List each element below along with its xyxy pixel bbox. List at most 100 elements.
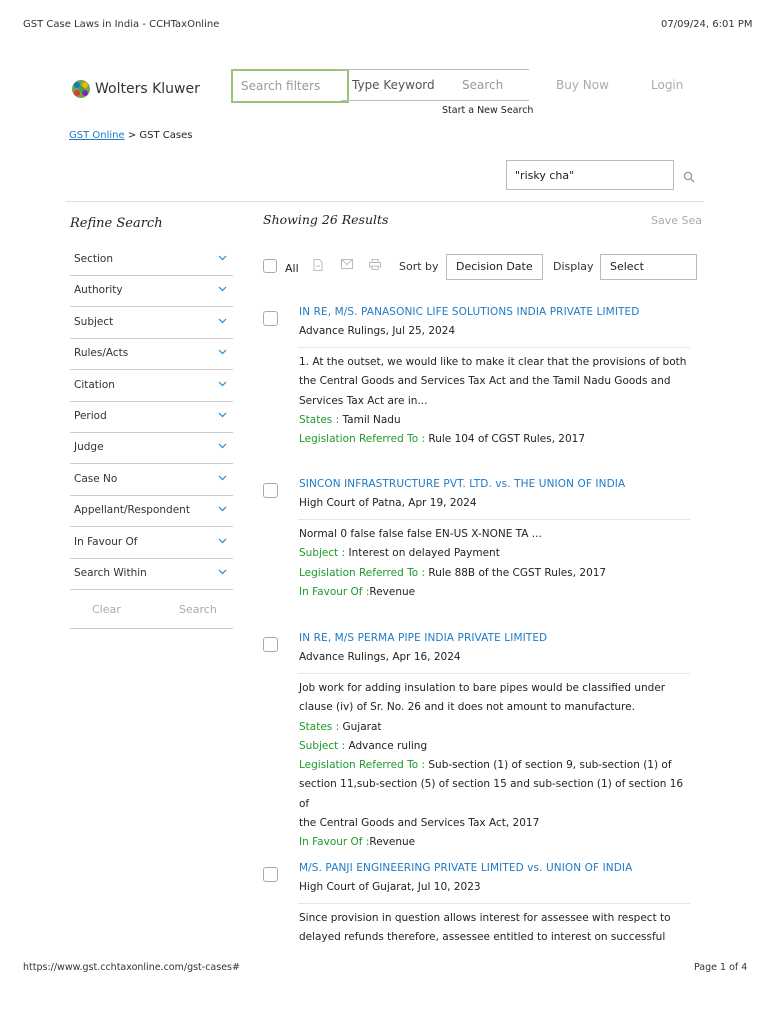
result-line: section 11,sub-section (5) of section 15… — [299, 775, 694, 814]
result-line: delayed refunds therefore, assessee enti… — [299, 928, 694, 947]
result-title-link[interactable]: IN RE, M/S PERMA PIPE INDIA PRIVATE LIMI… — [299, 632, 547, 644]
login-link[interactable]: Login — [651, 78, 683, 92]
filter-subject[interactable]: Subject — [70, 308, 233, 339]
result-field-label: In Favour Of : — [299, 836, 370, 849]
result-field-value: Interest on delayed Payment — [348, 547, 500, 560]
search-filters-input[interactable]: Search filters — [231, 69, 349, 103]
result-field-value: Revenue — [369, 836, 416, 849]
sort-by-label: Sort by — [399, 260, 439, 273]
result-title-link[interactable]: M/S. PANJI ENGINEERING PRIVATE LIMITED v… — [299, 862, 632, 874]
result-line: the Central Goods and Services Tax Act a… — [299, 372, 694, 391]
result-field-value: Gujarat — [342, 720, 382, 733]
result-checkbox[interactable] — [263, 637, 278, 652]
wolters-kluwer-logo-icon — [72, 80, 90, 98]
save-search-button[interactable]: Save Sea — [651, 214, 702, 227]
filter-judge[interactable]: Judge — [70, 433, 233, 465]
result-field-value: Tamil Nadu — [342, 413, 401, 426]
result-line: Legislation Referred To : Rule 88B of th… — [299, 564, 694, 583]
print-datetime: 07/09/24, 6:01 PM — [661, 19, 753, 30]
result-field-value: Rule 88B of the CGST Rules, 2017 — [428, 566, 607, 579]
brand-logo[interactable] — [71, 79, 91, 103]
result-field-label: In Favour Of : — [299, 585, 370, 598]
filter-label: Period — [74, 410, 107, 422]
result-divider — [298, 519, 690, 520]
result-divider — [298, 903, 690, 904]
chevron-down-icon — [218, 402, 227, 430]
result-checkbox[interactable] — [263, 311, 278, 326]
result-line: In Favour Of :Revenue — [299, 583, 694, 602]
search-button[interactable]: Search — [462, 70, 503, 101]
result-title-link[interactable]: IN RE, M/S. PANASONIC LIFE SOLUTIONS IND… — [299, 306, 639, 318]
filter-actions: Clear Search — [70, 590, 233, 629]
result-meta: Advance Rulings, Jul 25, 2024 — [299, 325, 456, 337]
result-field-value: delayed refunds therefore, assessee enti… — [299, 931, 666, 944]
filter-section[interactable]: Section — [70, 245, 233, 276]
header-divider — [66, 201, 704, 202]
keyword-search-group: Type Keyword Search — [341, 69, 529, 101]
search-icon[interactable] — [683, 168, 695, 187]
result-field-value: Revenue — [369, 585, 416, 598]
result-summary: Job work for adding insulation to bare p… — [299, 679, 694, 853]
buy-now-link[interactable]: Buy Now — [556, 78, 609, 92]
result-field-label: Legislation Referred To : — [299, 566, 429, 579]
sort-select[interactable]: Decision Date — [446, 254, 543, 280]
chevron-down-icon — [218, 245, 227, 273]
keyword-input[interactable]: Type Keyword — [352, 70, 435, 101]
filter-citation[interactable]: Citation — [70, 371, 233, 402]
filter-label: Case No — [74, 472, 118, 485]
page-url: https://www.gst.cchtaxonline.com/gst-cas… — [23, 962, 240, 973]
apply-filters-button[interactable]: Search — [179, 603, 217, 616]
select-all-label: All — [285, 262, 299, 275]
result-line: clause (iv) of Sr. No. 26 and it does no… — [299, 698, 694, 717]
result-checkbox[interactable] — [263, 867, 278, 882]
result-title-link[interactable]: SINCON INFRASTRUCTURE PVT. LTD. vs. THE … — [299, 478, 625, 490]
page-number: Page 1 of 4 — [694, 962, 748, 973]
filter-search-within[interactable]: Search Within — [70, 559, 233, 590]
breadcrumb-current: GST Cases — [139, 130, 193, 141]
select-all-checkbox[interactable] — [263, 259, 277, 273]
chevron-down-icon — [218, 433, 227, 461]
display-select[interactable]: Select — [600, 254, 697, 280]
result-field-value: Sub-section (1) of section 9, sub-sectio… — [428, 759, 672, 772]
result-summary: 1. At the outset, we would like to make … — [299, 353, 694, 449]
query-input[interactable]: "risky cha" — [506, 160, 674, 190]
filter-in-favour-of[interactable]: In Favour Of — [70, 528, 233, 559]
new-search-link[interactable]: Start a New Search — [442, 105, 533, 116]
result-meta: High Court of Gujarat, Jul 10, 2023 — [299, 881, 481, 893]
result-field-label: States : — [299, 720, 343, 733]
result-field-value: the Central Goods and Services Tax Act a… — [299, 375, 671, 388]
result-field-value: the Central Goods and Services Tax Act, … — [299, 817, 540, 830]
filter-label: In Favour Of — [74, 535, 138, 548]
clear-filters-button[interactable]: Clear — [92, 603, 121, 616]
result-field-label: Legislation Referred To : — [299, 433, 429, 446]
print-icon[interactable] — [369, 259, 381, 273]
result-field-value: Advance ruling — [348, 739, 428, 752]
filter-authority[interactable]: Authority — [70, 276, 233, 308]
display-label: Display — [553, 260, 594, 273]
breadcrumb-separator: > — [124, 130, 140, 141]
result-field-value: Job work for adding insulation to bare p… — [299, 682, 666, 694]
result-field-value: Normal 0 false false false EN-US X-NONE … — [299, 528, 542, 540]
result-meta: Advance Rulings, Apr 16, 2024 — [299, 651, 461, 663]
result-checkbox[interactable] — [263, 483, 278, 498]
filter-label: Subject — [74, 315, 114, 328]
result-field-label: Subject : — [299, 547, 349, 560]
breadcrumb-gst-online[interactable]: GST Online — [69, 130, 125, 141]
result-meta: High Court of Patna, Apr 19, 2024 — [299, 497, 477, 509]
result-field-value: 1. At the outset, we would like to make … — [299, 356, 687, 368]
brand-name: Wolters Kluwer — [95, 81, 200, 97]
result-summary: Normal 0 false false false EN-US X-NONE … — [299, 525, 694, 602]
filter-case-no[interactable]: Case No — [70, 465, 233, 496]
filter-rules-acts[interactable]: Rules/Acts — [70, 339, 233, 371]
chevron-down-icon — [218, 528, 227, 556]
pdf-icon[interactable] — [313, 259, 323, 274]
filter-period[interactable]: Period — [70, 402, 233, 433]
chevron-down-icon — [218, 308, 227, 336]
filter-label: Judge — [74, 441, 104, 454]
filter-appellant-respondent[interactable]: Appellant/Respondent — [70, 496, 233, 528]
results-count: Showing 26 Results — [263, 212, 389, 227]
result-field-value: Rule 104 of CGST Rules, 2017 — [428, 433, 586, 446]
result-field-label: Legislation Referred To : — [299, 759, 429, 772]
filter-label: Citation — [74, 378, 115, 391]
email-icon[interactable] — [341, 259, 353, 272]
